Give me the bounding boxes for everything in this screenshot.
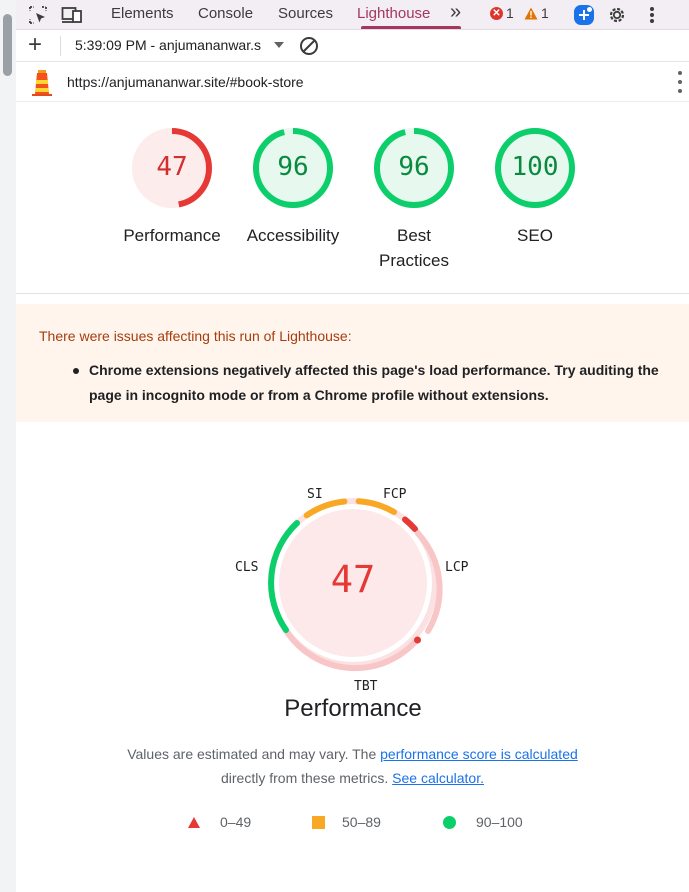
settings-gear-icon[interactable] xyxy=(605,3,629,27)
metric-label-si[interactable]: SI xyxy=(307,487,323,502)
report-url-row: https://anjumananwar.site/#book-store xyxy=(16,62,689,102)
score-calculated-link[interactable]: performance score is calculated xyxy=(380,746,578,762)
tab-sources[interactable]: Sources xyxy=(278,0,333,30)
metric-label-lcp[interactable]: LCP xyxy=(445,560,468,575)
active-tab-indicator xyxy=(361,26,461,29)
error-count: 1 xyxy=(506,5,514,21)
legend-pass: 90–100 xyxy=(443,814,523,830)
report-select[interactable]: 5:39:09 PM - anjumananwar.s xyxy=(75,37,281,53)
tbt-marker xyxy=(414,636,421,644)
gauge-label: Best Practices xyxy=(379,226,449,270)
gauge-label: SEO xyxy=(517,226,553,245)
warning-icon xyxy=(524,7,538,19)
note-text: Values are estimated and may vary. The xyxy=(127,746,381,762)
metric-label-cls[interactable]: CLS xyxy=(235,560,258,575)
more-options-icon[interactable] xyxy=(640,3,664,27)
gauge-seo[interactable]: 100 SEO xyxy=(475,126,595,248)
report-url[interactable]: https://anjumananwar.site/#book-store xyxy=(67,74,304,90)
lighthouse-logo-icon xyxy=(32,70,52,96)
devtools-tabbar: Elements Console Sources Lighthouse » ✕ … xyxy=(16,0,689,30)
gauge-score: 100 xyxy=(511,152,559,182)
scrollbar-thumb[interactable] xyxy=(3,14,12,76)
legend-fail: 0–49 xyxy=(188,814,251,830)
score-gauges: 47 Performance 96 Accessibility 96 Best P… xyxy=(16,102,689,294)
tab-elements[interactable]: Elements xyxy=(111,0,174,30)
more-tabs-button[interactable]: » xyxy=(450,0,461,30)
run-warnings: There were issues affecting this run of … xyxy=(16,304,689,422)
lighthouse-toolbar: + 5:39:09 PM - anjumananwar.s xyxy=(16,30,689,62)
score-legend: 0–49 50–89 90–100 xyxy=(16,814,689,836)
warning-title: There were issues affecting this run of … xyxy=(39,328,352,344)
clear-reports-icon[interactable] xyxy=(299,36,319,56)
score-note: Values are estimated and may vary. The p… xyxy=(16,742,689,790)
bullet xyxy=(73,368,79,374)
warning-badge[interactable]: 1 xyxy=(524,5,549,21)
error-icon: ✕ xyxy=(490,6,503,20)
gauge-accessibility[interactable]: 96 Accessibility xyxy=(233,126,353,248)
gauge-performance[interactable]: 47 Performance xyxy=(112,126,232,248)
square-icon xyxy=(312,815,325,829)
error-badge[interactable]: ✕ 1 xyxy=(490,5,514,21)
gauge-score: 96 xyxy=(398,152,430,182)
gauge-label: Accessibility xyxy=(246,226,340,245)
warning-item: Chrome extensions negatively affected th… xyxy=(89,362,659,403)
new-report-button[interactable]: + xyxy=(28,31,42,59)
triangle-icon xyxy=(188,816,200,828)
inspect-element-icon[interactable] xyxy=(26,3,50,27)
circle-icon xyxy=(443,815,456,829)
gauge-label: Performance xyxy=(123,226,221,245)
device-toolbar-icon[interactable] xyxy=(60,3,84,27)
metric-label-tbt[interactable]: TBT xyxy=(354,679,377,694)
gauge-score: 47 xyxy=(156,152,188,182)
performance-gauge: SI FCP LCP TBT CLS 47 Performance xyxy=(16,470,689,730)
ai-assistance-icon[interactable] xyxy=(572,3,596,27)
performance-title: Performance xyxy=(284,695,422,722)
tab-console[interactable]: Console xyxy=(198,0,253,30)
lcp-arc xyxy=(402,516,418,532)
warning-count: 1 xyxy=(541,5,549,21)
report-menu-icon[interactable] xyxy=(677,71,683,93)
legend-average: 50–89 xyxy=(312,814,381,830)
gauge-best-practices[interactable]: 96 Best Practices xyxy=(354,126,474,273)
performance-score: 47 xyxy=(330,558,376,601)
toolbar-divider xyxy=(60,36,61,56)
metric-label-fcp[interactable]: FCP xyxy=(383,487,406,502)
chevron-down-icon[interactable] xyxy=(274,42,284,48)
left-gutter xyxy=(0,0,16,892)
note-text-2: directly from these metrics. xyxy=(221,770,389,786)
warning-list: Chrome extensions negatively affected th… xyxy=(73,358,679,408)
see-calculator-link[interactable]: See calculator. xyxy=(392,770,484,786)
gauge-score: 96 xyxy=(277,152,309,182)
